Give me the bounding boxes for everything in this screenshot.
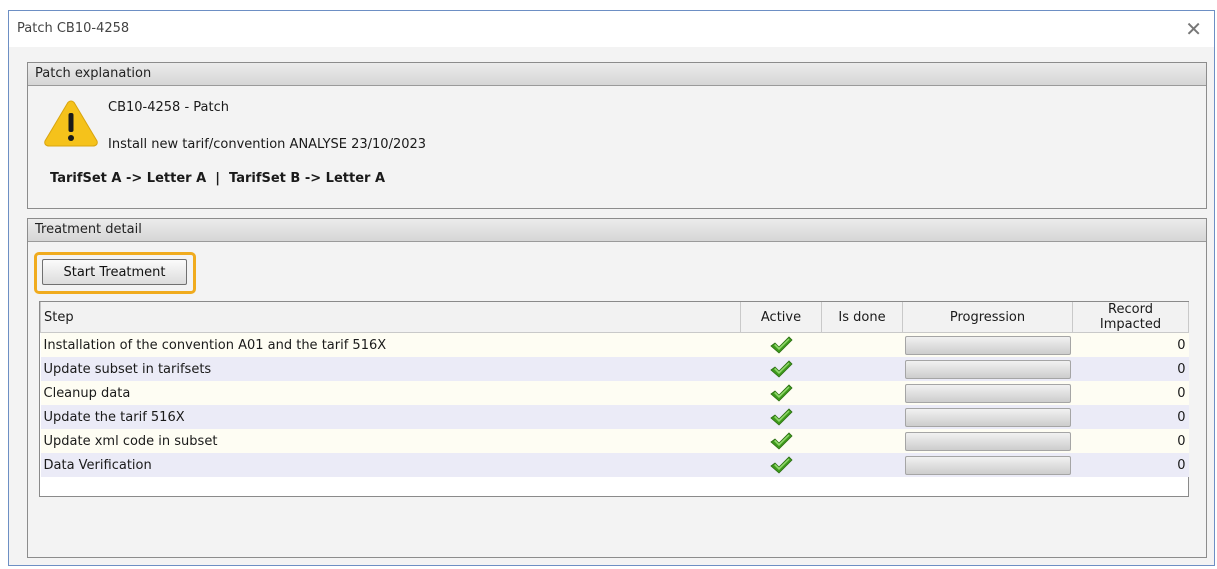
column-header-record-impacted[interactable]: Record Impacted (1072, 302, 1189, 333)
active-cell (740, 405, 822, 429)
step-cell: Update subset in tarifsets (40, 357, 741, 381)
record-impacted-cell: 0 (1072, 357, 1189, 381)
is-done-cell (821, 332, 903, 357)
progression-cell (902, 381, 1073, 405)
is-done-cell (821, 405, 903, 429)
record-impacted-cell: 0 (1072, 381, 1189, 405)
title-bar: Patch CB10-4258 ✕ (9, 11, 1214, 47)
steps-table: Step Active Is done Progression Record I… (40, 302, 1189, 477)
steps-grid: Step Active Is done Progression Record I… (39, 301, 1189, 497)
is-done-cell (821, 381, 903, 405)
step-cell: Update the tarif 516X (40, 405, 741, 429)
active-cell (740, 453, 822, 477)
progress-bar (904, 383, 1071, 403)
patch-explanation-panel: Patch explanation CB10-4258 - Patch Inst… (27, 62, 1207, 209)
check-icon (770, 456, 793, 474)
start-treatment-focus-ring: Start Treatment (34, 252, 196, 294)
table-row[interactable]: Update subset in tarifsets 0 (40, 357, 1189, 381)
progress-bar (904, 431, 1071, 451)
record-impacted-cell: 0 (1072, 405, 1189, 429)
is-done-cell (821, 453, 903, 477)
progression-cell (902, 357, 1073, 381)
steps-table-body: Installation of the convention A01 and t… (40, 332, 1189, 477)
table-row[interactable]: Cleanup data 0 (40, 381, 1189, 405)
patch-name: CB10-4258 - Patch (108, 100, 229, 115)
progression-cell (902, 429, 1073, 453)
active-cell (740, 429, 822, 453)
column-header-progression[interactable]: Progression (902, 302, 1073, 333)
tarif-mapping: TarifSet A -> Letter A | TarifSet B -> L… (50, 171, 386, 186)
treatment-detail-header: Treatment detail (28, 219, 1206, 242)
patch-dialog: Patch CB10-4258 ✕ Patch explanation CB10… (8, 10, 1215, 566)
check-icon (770, 360, 793, 378)
step-cell: Data Verification (40, 453, 741, 477)
progress-bar (904, 335, 1071, 355)
check-icon (770, 408, 793, 426)
active-cell (740, 357, 822, 381)
check-icon (770, 336, 793, 354)
column-header-is-done[interactable]: Is done (821, 302, 903, 333)
progress-bar (904, 359, 1071, 379)
table-header-row: Step Active Is done Progression Record I… (40, 302, 1189, 333)
check-icon (770, 384, 793, 402)
is-done-cell (821, 429, 903, 453)
close-icon[interactable]: ✕ (1185, 17, 1202, 41)
column-header-step[interactable]: Step (40, 302, 741, 333)
table-row[interactable]: Update the tarif 516X 0 (40, 405, 1189, 429)
start-treatment-button[interactable]: Start Treatment (42, 259, 187, 285)
progression-cell (902, 332, 1073, 357)
progression-cell (902, 453, 1073, 477)
progression-cell (902, 405, 1073, 429)
record-impacted-cell: 0 (1072, 429, 1189, 453)
treatment-detail-panel: Treatment detail Start Treatment Step Ac… (27, 218, 1207, 558)
column-header-active[interactable]: Active (740, 302, 822, 333)
check-icon (770, 432, 793, 450)
record-impacted-cell: 0 (1072, 332, 1189, 357)
is-done-cell (821, 357, 903, 381)
active-cell (740, 332, 822, 357)
patch-description: Install new tarif/convention ANALYSE 23/… (108, 137, 427, 152)
table-row[interactable]: Update xml code in subset 0 (40, 429, 1189, 453)
record-impacted-cell: 0 (1072, 453, 1189, 477)
step-cell: Update xml code in subset (40, 429, 741, 453)
table-row[interactable]: Data Verification 0 (40, 453, 1189, 477)
warning-icon (44, 100, 98, 147)
step-cell: Installation of the convention A01 and t… (40, 332, 741, 357)
active-cell (740, 381, 822, 405)
step-cell: Cleanup data (40, 381, 741, 405)
table-row[interactable]: Installation of the convention A01 and t… (40, 332, 1189, 357)
patch-explanation-header: Patch explanation (28, 63, 1206, 86)
progress-bar (904, 455, 1071, 475)
window-title: Patch CB10-4258 (17, 21, 130, 36)
progress-bar (904, 407, 1071, 427)
